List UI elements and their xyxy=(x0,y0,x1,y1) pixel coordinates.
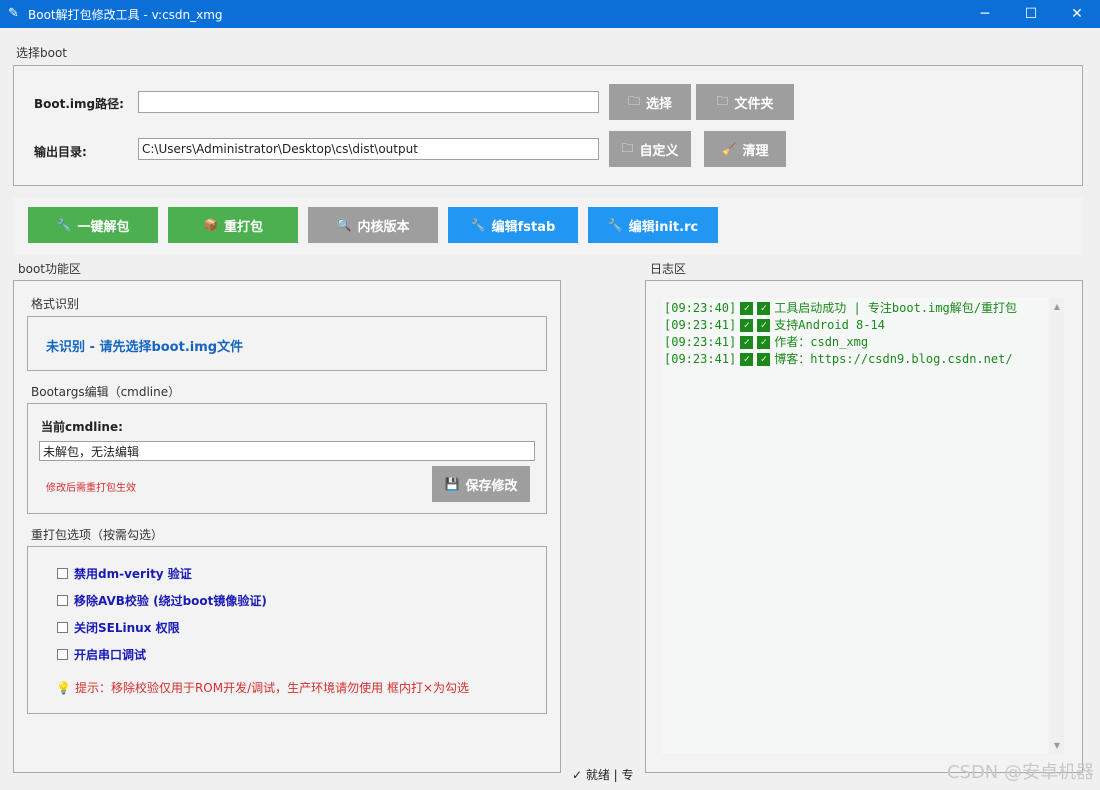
log-message: 作者：csdn_xmg xyxy=(774,335,869,349)
save-cmdline-button[interactable]: 💾 保存修改 xyxy=(432,466,530,502)
minimize-icon: ─ xyxy=(980,6,990,22)
main-window: 选择boot Boot.img路径: 🗀 选择 🗀 文件夹 输出目录: C:\Use… xyxy=(0,28,1100,790)
check-icon: ✓ xyxy=(740,302,754,315)
repack-tip-text: 提示：移除校验仅用于ROM开发/调试，生产环境请勿使用 框内打×为勾选 xyxy=(74,681,470,695)
select-button[interactable]: 🗀 选择 xyxy=(609,84,691,120)
folder-button[interactable]: 🗀 文件夹 xyxy=(696,84,794,120)
repack-tip: 💡 提示：移除校验仅用于ROM开发/调试，生产环境请勿使用 框内打×为勾选 xyxy=(56,679,469,696)
scroll-down-icon[interactable]: ▼ xyxy=(1052,741,1062,750)
checkbox[interactable] xyxy=(57,595,68,606)
option-disable-selinux[interactable]: 关闭SELinux 权限 xyxy=(57,619,180,636)
log-time: [09:23:41] xyxy=(664,335,737,349)
custom-button-label: 自定义 xyxy=(639,143,679,159)
minimize-button[interactable]: ─ xyxy=(962,0,1008,28)
log-message: 工具启动成功 | 专注boot.img解包/重打包 xyxy=(774,301,1017,315)
edit-fstab-button-label: 编辑fstab xyxy=(491,219,556,235)
boot-select-panel xyxy=(13,65,1083,186)
scroll-up-icon[interactable]: ▲ xyxy=(1052,302,1062,311)
boot-select-group-title: 选择boot xyxy=(16,46,68,60)
status-text: ✓ 就绪 | 专 xyxy=(572,766,634,783)
cmdline-hint: 修改后需重打包生效 xyxy=(46,483,136,494)
folder-button-label: 文件夹 xyxy=(734,96,774,112)
bootargs-section-title: Bootargs编辑（cmdline） xyxy=(31,385,181,399)
repack-button[interactable]: 📦 重打包 xyxy=(168,207,298,243)
output-dir-input[interactable]: C:\Users\Administrator\Desktop\cs\dist\o… xyxy=(138,138,599,160)
clean-button-label: 清理 xyxy=(742,143,769,159)
log-line: [09:23:40] ✓ ✓ 工具启动成功 | 专注boot.img解包/重打包 xyxy=(664,300,1046,317)
repack-button-label: 重打包 xyxy=(223,219,263,235)
option-disable-dm-verity[interactable]: 禁用dm-verity 验证 xyxy=(57,565,192,582)
wrench-icon: 🔧 xyxy=(607,218,623,232)
folder-icon: 🗀 xyxy=(627,93,640,108)
option-enable-serial-debug[interactable]: 开启串口调试 xyxy=(57,646,146,663)
kernel-version-button-label: 内核版本 xyxy=(357,219,410,235)
log-line: [09:23:41] ✓ ✓ 博客：https://csdn9.blog.csdn.n… xyxy=(664,351,1046,368)
clean-button[interactable]: 🧹 清理 xyxy=(704,131,786,167)
log-time: [09:23:41] xyxy=(664,318,737,332)
unpack-button-label: 一键解包 xyxy=(77,219,130,235)
custom-button[interactable]: 🗀 自定义 xyxy=(609,131,691,167)
edit-initrc-button[interactable]: 🔧 编辑init.rc xyxy=(588,207,718,243)
boot-panel-group-title: boot功能区 xyxy=(18,262,82,276)
option-remove-avb[interactable]: 移除AVB校验 (绕过boot镜像验证) xyxy=(57,592,267,609)
output-dir-label: 输出目录: xyxy=(34,145,87,159)
maximize-button[interactable]: ☐ xyxy=(1008,0,1054,28)
folder-icon: 🗀 xyxy=(621,140,634,155)
floppy-icon: 💾 xyxy=(444,477,460,491)
format-status: 未识别 - 请先选择boot.img文件 xyxy=(46,340,244,355)
option-label: 开启串口调试 xyxy=(74,648,147,662)
wrench-icon: 🔧 xyxy=(470,218,486,232)
lightbulb-icon: 💡 xyxy=(56,680,71,695)
log-time: [09:23:40] xyxy=(664,301,737,315)
edit-fstab-button[interactable]: 🔧 编辑fstab xyxy=(448,207,578,243)
check-icon: ✓ xyxy=(740,319,754,332)
close-button[interactable]: ✕ xyxy=(1054,0,1100,28)
check-icon: ✓ xyxy=(757,302,771,315)
close-icon: ✕ xyxy=(1071,6,1083,22)
log-time: [09:23:41] xyxy=(664,352,737,366)
cmdline-input[interactable]: 未解包，无法编辑 xyxy=(39,441,535,461)
checkbox[interactable] xyxy=(57,568,68,579)
check-icon: ✓ xyxy=(740,336,754,349)
broom-icon: 🧹 xyxy=(721,142,737,156)
check-icon: ✓ xyxy=(757,336,771,349)
option-label: 禁用dm-verity 验证 xyxy=(74,567,192,581)
checkbox[interactable] xyxy=(57,622,68,633)
select-button-label: 选择 xyxy=(646,96,673,112)
title-bar: ✎ Boot解打包修改工具 - v:csdn_xmg ─ ☐ ✕ xyxy=(0,0,1100,28)
repack-options-title: 重打包选项（按需勾选） xyxy=(31,528,164,542)
maximize-icon: ☐ xyxy=(1024,6,1038,22)
folder-icon: 🗀 xyxy=(716,93,729,108)
log-line: [09:23:41] ✓ ✓ 支持Android 8-14 xyxy=(664,317,1046,334)
option-label: 移除AVB校验 (绕过boot镜像验证) xyxy=(74,594,267,608)
boot-path-label: Boot.img路径: xyxy=(34,97,124,111)
magnifier-icon: 🔍 xyxy=(336,218,352,232)
log-message: 博客：https://csdn9.blog.csdn.net/ xyxy=(774,352,1013,366)
save-cmdline-button-label: 保存修改 xyxy=(465,478,518,494)
format-section-title: 格式识别 xyxy=(31,297,80,311)
option-label: 关闭SELinux 权限 xyxy=(74,621,180,635)
unpack-button[interactable]: 🔧 一键解包 xyxy=(28,207,158,243)
kernel-version-button[interactable]: 🔍 内核版本 xyxy=(308,207,438,243)
edit-initrc-button-label: 编辑init.rc xyxy=(628,219,699,235)
check-icon: ✓ xyxy=(757,319,771,332)
check-icon: ✓ xyxy=(740,353,754,366)
log-message: 支持Android 8-14 xyxy=(774,318,885,332)
log-line: [09:23:41] ✓ ✓ 作者：csdn_xmg xyxy=(664,334,1046,351)
check-icon: ✓ xyxy=(757,353,771,366)
boot-path-input[interactable] xyxy=(138,91,599,113)
log-textarea[interactable]: [09:23:40] ✓ ✓ 工具启动成功 | 专注boot.img解包/重打包 [0… xyxy=(662,298,1048,754)
checkbox[interactable] xyxy=(57,649,68,660)
wrench-icon: 🔧 xyxy=(56,218,72,232)
package-icon: 📦 xyxy=(203,218,218,232)
window-title: Boot解打包修改工具 - v:csdn_xmg xyxy=(28,8,223,22)
quill-icon: ✎ xyxy=(8,6,19,21)
log-group-title: 日志区 xyxy=(650,262,687,276)
watermark: CSDN @安卓机器 xyxy=(946,762,1094,783)
cmdline-label: 当前cmdline: xyxy=(41,420,123,434)
log-scrollbar[interactable]: ▲ ▼ xyxy=(1050,298,1064,754)
